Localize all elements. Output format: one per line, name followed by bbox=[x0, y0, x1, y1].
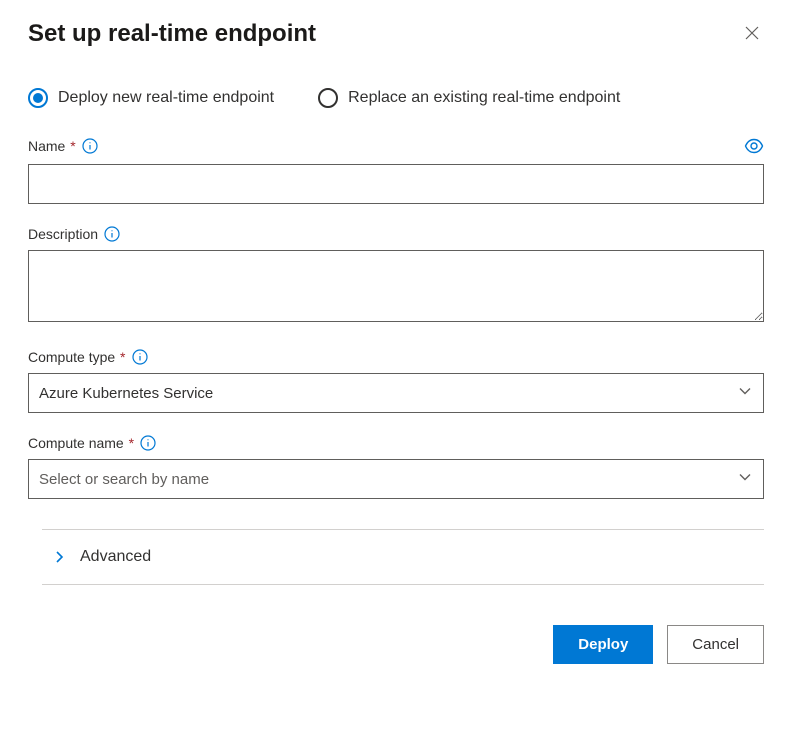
info-icon[interactable] bbox=[82, 138, 98, 154]
close-icon bbox=[744, 25, 760, 44]
description-label: Description bbox=[28, 226, 98, 242]
radio-replace-existing[interactable]: Replace an existing real-time endpoint bbox=[318, 88, 620, 108]
page-title: Set up real-time endpoint bbox=[28, 20, 316, 48]
radio-replace-existing-label: Replace an existing real-time endpoint bbox=[348, 89, 620, 107]
radio-deploy-new-label: Deploy new real-time endpoint bbox=[58, 89, 274, 107]
name-input[interactable] bbox=[28, 164, 764, 204]
compute-type-select[interactable]: Azure Kubernetes Service bbox=[28, 373, 764, 413]
compute-name-select[interactable]: Select or search by name bbox=[28, 459, 764, 499]
close-button[interactable] bbox=[740, 22, 764, 46]
description-input[interactable] bbox=[28, 250, 764, 322]
cancel-button[interactable]: Cancel bbox=[667, 625, 764, 664]
advanced-label: Advanced bbox=[80, 548, 151, 566]
info-icon[interactable] bbox=[104, 226, 120, 242]
compute-name-label: Compute name * bbox=[28, 435, 134, 451]
compute-type-label: Compute type * bbox=[28, 349, 126, 365]
info-icon[interactable] bbox=[140, 435, 156, 451]
radio-deploy-new[interactable]: Deploy new real-time endpoint bbox=[28, 88, 274, 108]
radio-unselected-icon bbox=[318, 88, 338, 108]
deploy-button[interactable]: Deploy bbox=[553, 625, 653, 664]
chevron-right-icon bbox=[52, 550, 66, 564]
radio-selected-icon bbox=[28, 88, 48, 108]
advanced-toggle[interactable]: Advanced bbox=[42, 548, 764, 566]
name-label: Name * bbox=[28, 138, 76, 154]
eye-icon[interactable] bbox=[744, 136, 764, 156]
info-icon[interactable] bbox=[132, 349, 148, 365]
